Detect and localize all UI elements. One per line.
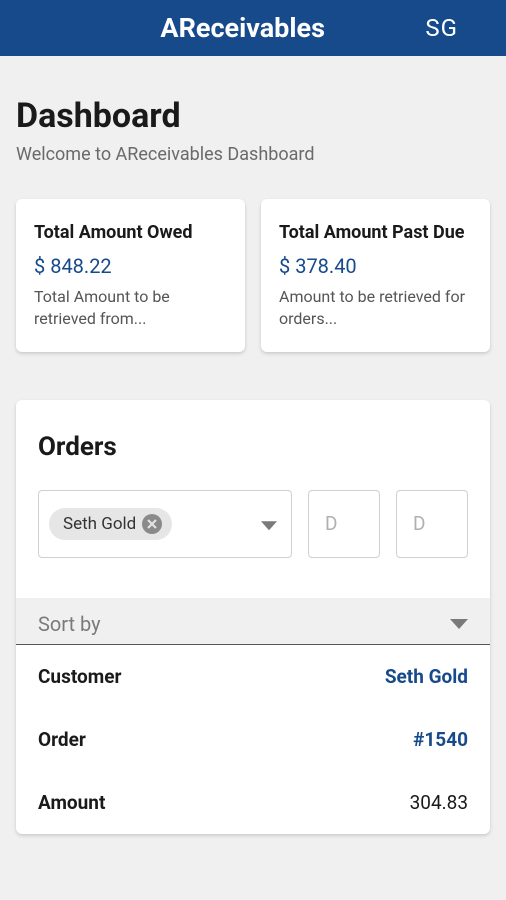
close-icon[interactable] [142, 514, 162, 534]
page-subtitle: Welcome to AReceivables Dashboard [16, 144, 490, 165]
detail-label: Order [38, 728, 86, 751]
app-title: AReceivables [0, 12, 425, 44]
date-placeholder: D [413, 512, 425, 535]
orders-panel: Orders Seth Gold D D Sort by [16, 400, 490, 834]
customer-filter-select[interactable]: Seth Gold [38, 490, 292, 558]
chevron-down-icon [261, 521, 277, 530]
page-title: Dashboard [16, 96, 490, 136]
card-title: Total Amount Owed [34, 221, 227, 244]
detail-label: Customer [38, 665, 121, 688]
filter-chip: Seth Gold [49, 508, 172, 540]
avatar[interactable]: SG [425, 14, 458, 42]
orders-title: Orders [38, 432, 468, 462]
filters-row: Seth Gold D D [38, 490, 468, 558]
card-desc: Amount to be retrieved for orders... [279, 286, 472, 329]
card-value: $ 848.22 [34, 254, 227, 278]
detail-value-amount: 304.83 [410, 791, 468, 814]
app-header: AReceivables SG [0, 0, 506, 56]
card-title: Total Amount Past Due [279, 221, 472, 244]
date-to-input[interactable]: D [396, 490, 468, 558]
detail-row-customer: Customer Seth Gold [38, 645, 468, 708]
date-placeholder: D [325, 512, 337, 535]
detail-value-order[interactable]: #1540 [413, 728, 468, 751]
detail-value-customer[interactable]: Seth Gold [385, 665, 468, 688]
sort-label: Sort by [38, 612, 101, 636]
card-total-owed[interactable]: Total Amount Owed $ 848.22 Total Amount … [16, 199, 245, 352]
stat-cards-row: Total Amount Owed $ 848.22 Total Amount … [16, 199, 490, 352]
chevron-down-icon [450, 619, 468, 629]
card-past-due[interactable]: Total Amount Past Due $ 378.40 Amount to… [261, 199, 490, 352]
card-value: $ 378.40 [279, 254, 472, 278]
date-from-input[interactable]: D [308, 490, 380, 558]
detail-label: Amount [38, 791, 105, 814]
chip-label: Seth Gold [63, 514, 136, 534]
detail-row-order: Order #1540 [38, 708, 468, 771]
sort-by-select[interactable]: Sort by [16, 598, 490, 645]
card-desc: Total Amount to be retrieved from... [34, 286, 227, 329]
detail-row-amount: Amount 304.83 [38, 771, 468, 834]
